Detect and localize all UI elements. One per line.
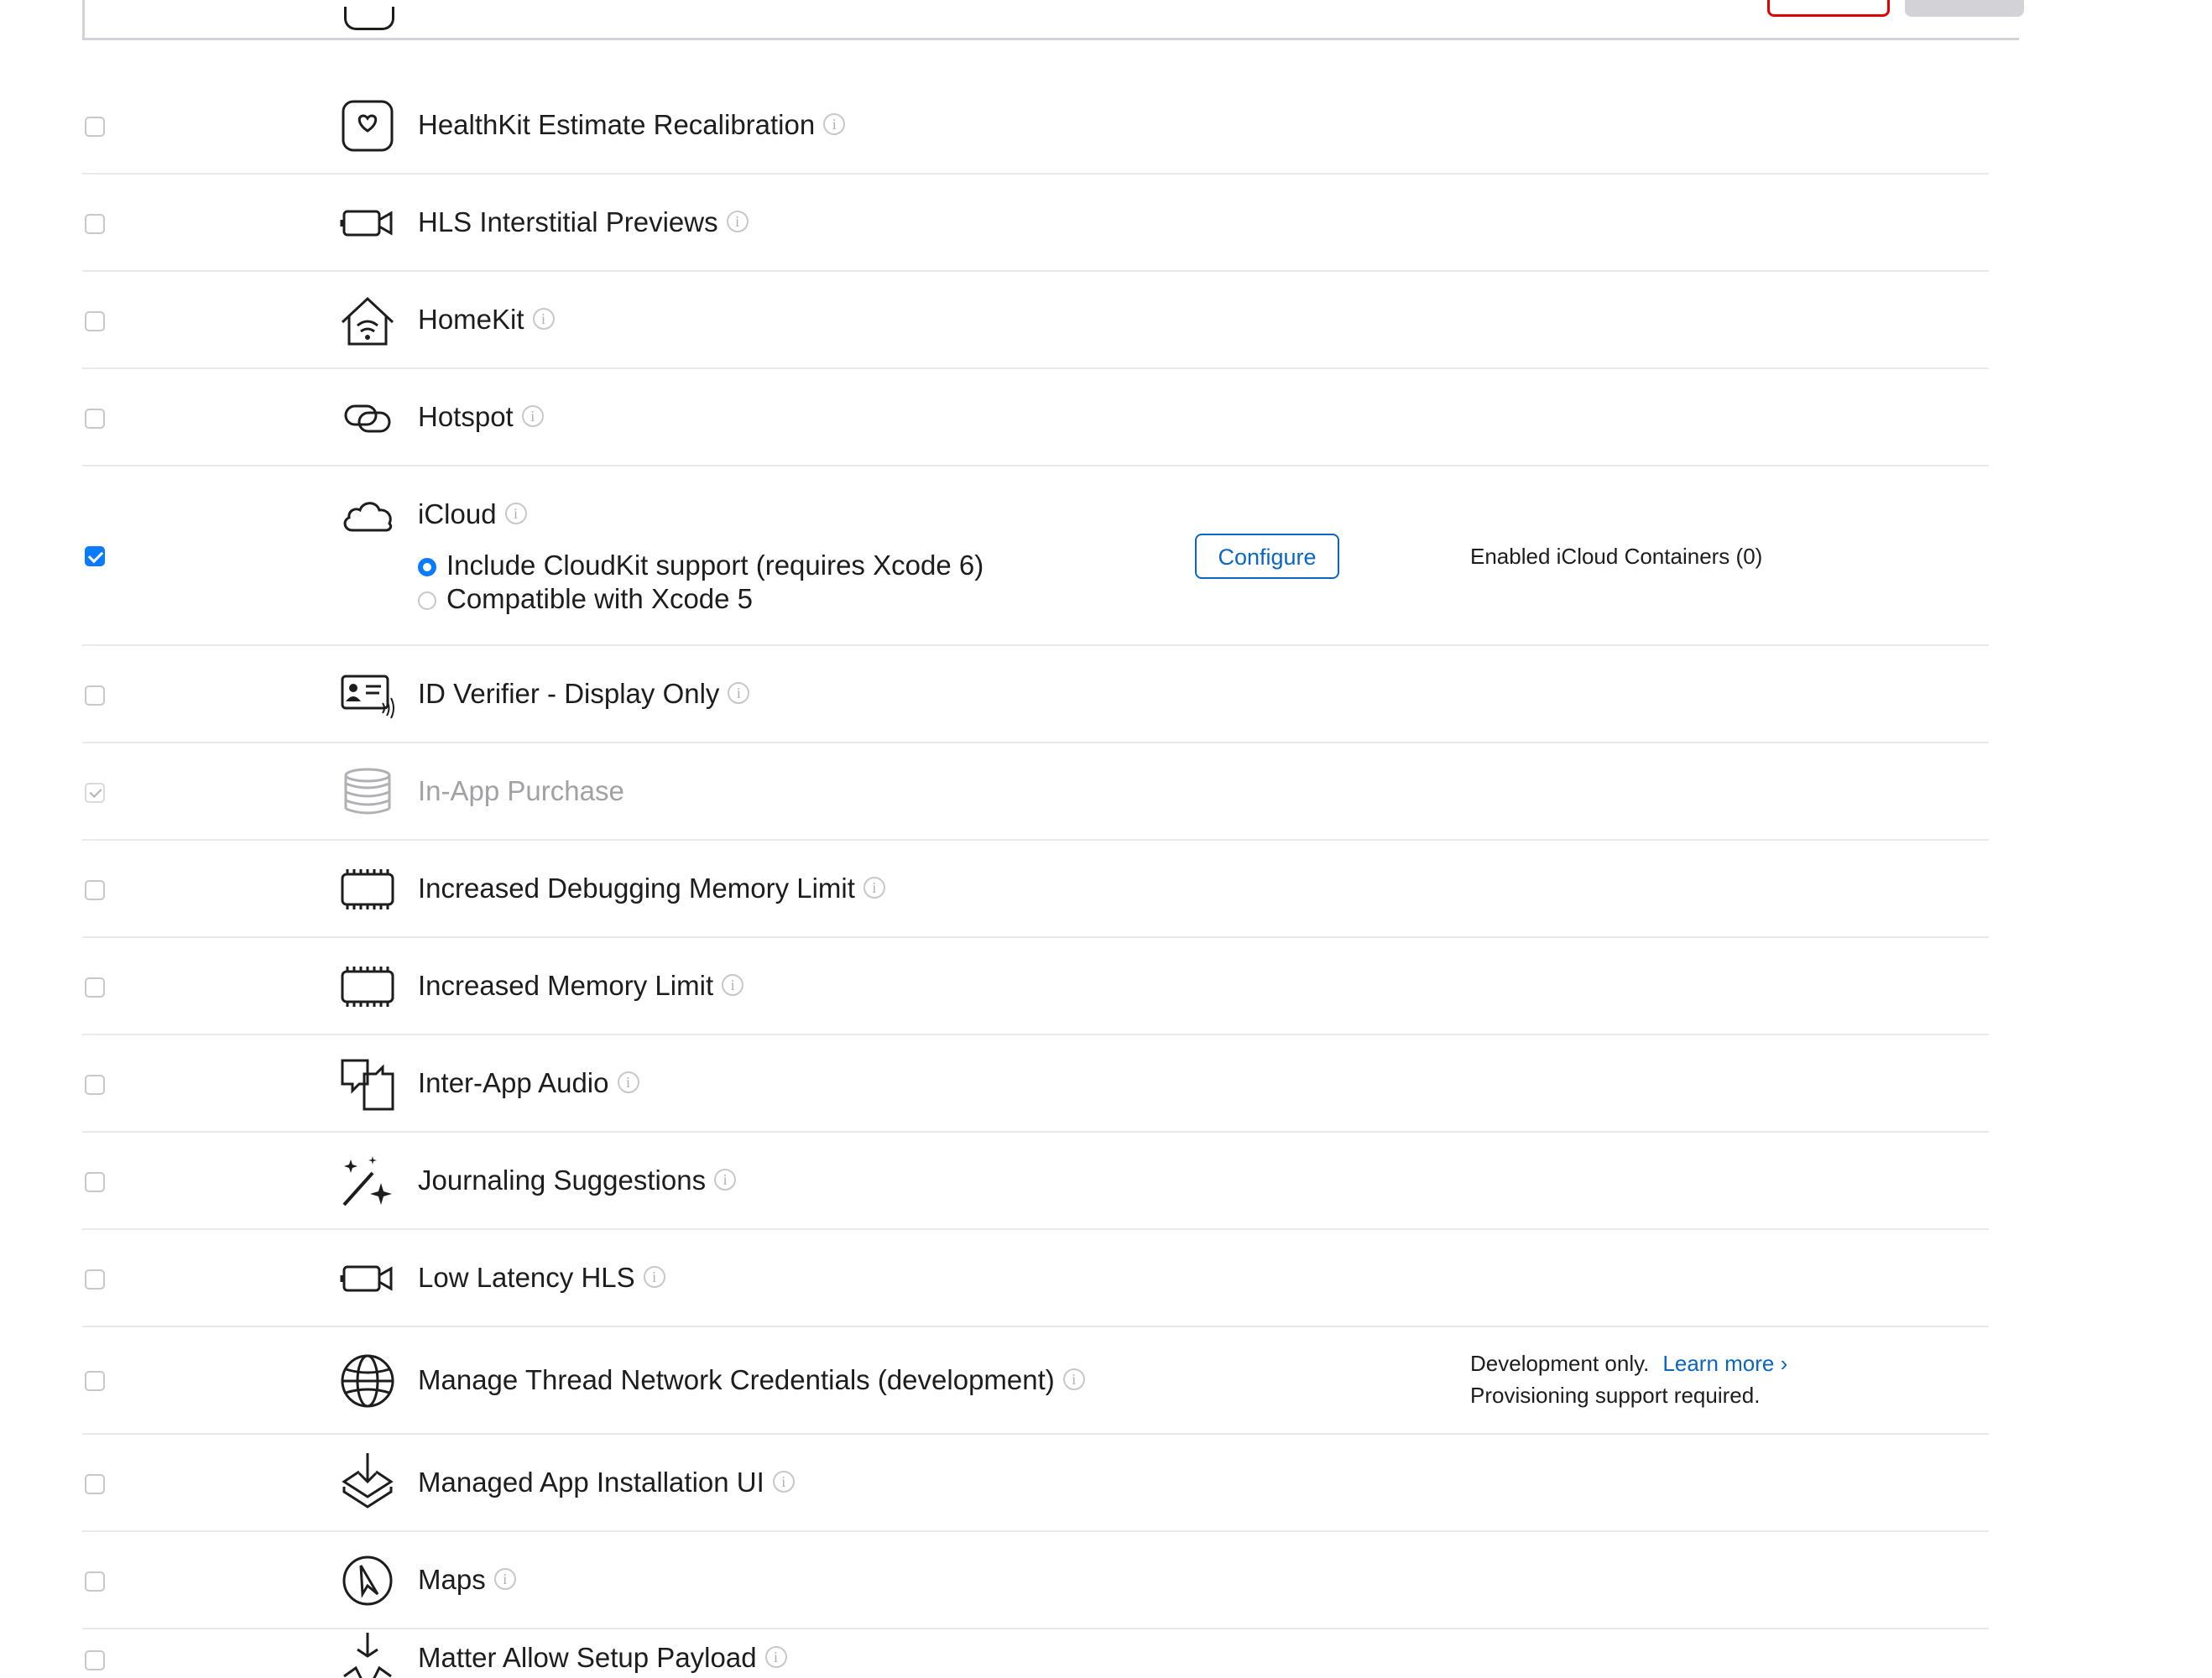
capability-name: Increased Debugging Memory Limit i (418, 872, 885, 905)
checkbox[interactable] (85, 977, 105, 998)
hotspot-link-icon (339, 389, 396, 446)
info-icon[interactable]: i (772, 1471, 795, 1493)
capability-name: In-App Purchase (418, 775, 624, 806)
info-icon[interactable]: i (504, 503, 527, 525)
remove-button[interactable] (1767, 0, 1890, 17)
info-icon[interactable]: i (493, 1568, 516, 1591)
globe-icon (339, 1352, 396, 1410)
heart-square-icon (339, 97, 396, 154)
checkbox[interactable] (85, 1650, 105, 1670)
capability-name: HealthKit Estimate Recalibration i (418, 108, 846, 142)
capability-row-low-latency-hls: Low Latency HLS i (0, 1230, 2212, 1327)
checkbox-disabled (85, 783, 105, 803)
learn-more-link[interactable]: Learn more › (1662, 1351, 1787, 1376)
checkbox[interactable] (85, 1371, 105, 1391)
checkbox[interactable] (85, 409, 105, 429)
info-icon[interactable]: i (722, 974, 744, 997)
capability-name: Inter-App Audio i (418, 1066, 639, 1100)
provisioning-note: Provisioning support required. (1470, 1383, 1761, 1408)
capability-name: Managed App Installation UI i (418, 1466, 795, 1499)
capability-name: Journaling Suggestions i (418, 1164, 737, 1197)
capability-row-icloud: iCloud i Include CloudKit support (requir… (0, 466, 2212, 646)
info-icon[interactable]: i (714, 1169, 737, 1191)
info-icon[interactable]: i (532, 308, 555, 331)
home-icon (339, 292, 396, 349)
checkbox[interactable] (85, 685, 105, 706)
checkbox[interactable] (85, 880, 105, 900)
checkbox[interactable] (85, 1269, 105, 1290)
magic-wand-icon (339, 1153, 396, 1210)
capability-name: Maps i (418, 1563, 516, 1597)
radio-selected[interactable] (418, 558, 436, 576)
info-icon[interactable]: i (728, 682, 750, 705)
info-icon[interactable]: i (521, 405, 544, 428)
coins-stack-icon (339, 763, 396, 821)
info-icon[interactable]: i (643, 1266, 665, 1289)
radio-option-cloudkit[interactable]: Include CloudKit support (requires Xcode… (418, 549, 983, 582)
capability-name: iCloud i (418, 498, 527, 531)
dev-only-text: Development only. (1470, 1351, 1650, 1376)
video-camera-icon (339, 195, 396, 252)
checkbox[interactable] (85, 1571, 105, 1592)
capability-row-journaling-suggestions: Journaling Suggestions i (0, 1133, 2212, 1230)
info-icon[interactable]: i (1062, 1368, 1085, 1391)
capability-name: Matter Allow Setup Payload i (418, 1641, 787, 1675)
checkbox[interactable] (85, 1075, 105, 1095)
configure-button[interactable]: Configure (1195, 534, 1339, 579)
checkbox[interactable] (85, 311, 105, 331)
id-card-icon (339, 666, 396, 723)
capability-row-maps: Maps i (0, 1532, 2212, 1629)
capability-name: Hotspot i (418, 400, 544, 434)
development-only-note: Development only. Learn more › (1470, 1347, 1787, 1379)
memory-chip-icon (339, 958, 396, 1015)
save-button[interactable] (1905, 0, 2024, 17)
capability-row-managed-app-installation-ui: Managed App Installation UI i (0, 1435, 2212, 1532)
info-icon[interactable]: i (764, 1646, 787, 1669)
capability-row-id-verifier: ID Verifier - Display Only i (0, 646, 2212, 743)
capability-row-matter-allow-setup-payload: Matter Allow Setup Payload i (0, 1629, 2212, 1678)
capability-name: Increased Memory Limit i (418, 969, 744, 1003)
capability-row-in-app-purchase: In-App Purchase (0, 743, 2212, 841)
capability-row-hls-interstitial-previews: HLS Interstitial Previews i (0, 175, 2212, 272)
info-icon[interactable]: i (726, 211, 749, 233)
partial-row-icon (344, 7, 394, 30)
capability-row-increased-debugging-memory-limit: Increased Debugging Memory Limit i (0, 841, 2212, 938)
checkbox[interactable] (85, 1172, 105, 1192)
capability-row-homekit: HomeKit i (0, 272, 2212, 369)
capability-row-healthkit-estimate-recalibration: HealthKit Estimate Recalibration i (0, 77, 2212, 175)
radio-unselected[interactable] (418, 591, 436, 610)
capability-name: Manage Thread Network Credentials (devel… (418, 1363, 1085, 1397)
capability-row-hotspot: Hotspot i (0, 369, 2212, 466)
matter-icon (339, 1629, 396, 1678)
checkbox[interactable] (85, 214, 105, 234)
checkbox[interactable] (85, 117, 105, 137)
cloud-icon (339, 487, 396, 544)
capability-name: Low Latency HLS i (418, 1261, 665, 1295)
inter-app-audio-icon (339, 1055, 396, 1113)
capability-name: HomeKit i (418, 303, 555, 336)
checkbox[interactable] (85, 546, 105, 566)
capability-name: ID Verifier - Display Only i (418, 677, 750, 711)
capability-row-inter-app-audio: Inter-App Audio i (0, 1035, 2212, 1133)
enabled-containers-text: Enabled iCloud Containers (0) (1470, 544, 1763, 569)
compass-icon (339, 1552, 396, 1609)
capability-name: HLS Interstitial Previews i (418, 206, 749, 239)
capability-row-increased-memory-limit: Increased Memory Limit i (0, 938, 2212, 1035)
radio-option-xcode5[interactable]: Compatible with Xcode 5 (418, 582, 753, 616)
info-icon[interactable]: i (863, 877, 885, 899)
header-divider (82, 38, 2019, 40)
capability-row-manage-thread-network-credentials: Manage Thread Network Credentials (devel… (0, 1327, 2212, 1435)
page-header (0, 0, 2212, 42)
memory-chip-icon (339, 861, 396, 918)
video-camera-icon (339, 1250, 396, 1307)
info-icon[interactable]: i (617, 1071, 639, 1094)
install-download-icon (339, 1451, 396, 1509)
list-left-edge (82, 0, 85, 39)
info-icon[interactable]: i (823, 113, 846, 136)
checkbox[interactable] (85, 1474, 105, 1494)
